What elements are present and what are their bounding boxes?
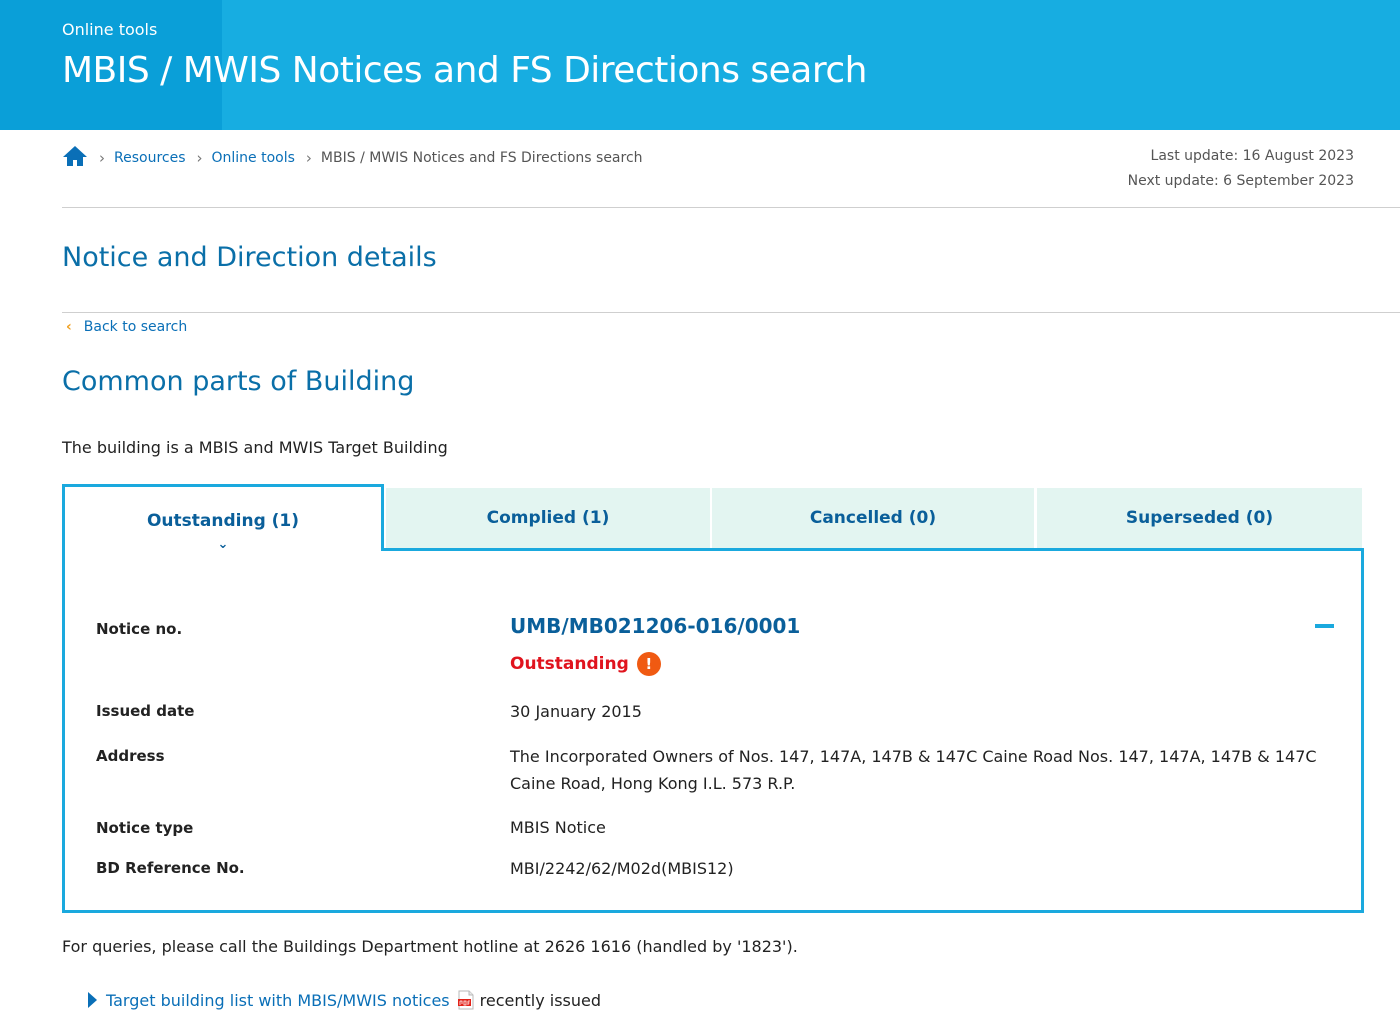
banner-kicker: Online tools bbox=[62, 20, 158, 39]
queries-note: For queries, please call the Buildings D… bbox=[62, 937, 798, 956]
bd-ref-label: BD Reference No. bbox=[96, 859, 245, 877]
notice-no-label: Notice no. bbox=[96, 620, 183, 638]
divider bbox=[62, 312, 1400, 313]
tab-label: Cancelled (0) bbox=[809, 508, 937, 528]
notice-type-label: Notice type bbox=[96, 819, 194, 837]
page-banner: Online tools MBIS / MWIS Notices and FS … bbox=[0, 0, 1400, 130]
collapse-icon[interactable] bbox=[1315, 624, 1334, 628]
target-building-list-link[interactable]: Target building list with MBIS/MWIS noti… bbox=[106, 991, 450, 1010]
notice-number: UMB/MB021206-016/0001 bbox=[510, 614, 801, 638]
status-tabs: Outstanding (1) ⌄ Complied (1) Cancelled… bbox=[62, 484, 1364, 552]
divider bbox=[62, 207, 1400, 208]
breadcrumb-current: MBIS / MWIS Notices and FS Directions se… bbox=[320, 150, 643, 166]
chevron-down-icon: ⌄ bbox=[217, 537, 229, 552]
issued-date-label: Issued date bbox=[96, 702, 195, 720]
tab-complied[interactable]: Complied (1) bbox=[386, 488, 710, 548]
update-info: Last update: 16 August 2023 Next update:… bbox=[1128, 144, 1354, 194]
target-building-list: Target building list with MBIS/MWIS noti… bbox=[88, 990, 601, 1010]
notice-type-value: MBIS Notice bbox=[510, 818, 606, 837]
chevron-left-icon: ‹ bbox=[66, 319, 72, 335]
status-text: Outstanding bbox=[510, 654, 629, 674]
section-heading: Common parts of Building bbox=[62, 366, 415, 397]
chevron-right-icon: › bbox=[99, 149, 105, 167]
next-update: Next update: 6 September 2023 bbox=[1127, 173, 1354, 189]
breadcrumb-resources[interactable]: Resources bbox=[114, 150, 186, 166]
bd-ref-value: MBI/2242/62/M02d(MBIS12) bbox=[510, 859, 734, 878]
breadcrumb-online-tools[interactable]: Online tools bbox=[212, 150, 295, 166]
home-icon bbox=[63, 146, 87, 166]
tab-cancelled[interactable]: Cancelled (0) bbox=[712, 488, 1034, 548]
pdf-icon[interactable] bbox=[457, 990, 474, 1010]
target-link-suffix: recently issued bbox=[479, 990, 602, 1010]
chevron-right-icon: › bbox=[196, 149, 203, 167]
address-value: The Incorporated Owners of Nos. 147, 147… bbox=[510, 747, 1317, 793]
address-label: Address bbox=[96, 747, 165, 765]
chevron-right-icon: › bbox=[305, 149, 312, 167]
tab-superseded[interactable]: Superseded (0) bbox=[1037, 488, 1362, 548]
target-building-note: The building is a MBIS and MWIS Target B… bbox=[62, 438, 448, 457]
tab-label: Complied (1) bbox=[486, 508, 610, 528]
triangle-right-icon bbox=[88, 992, 97, 1008]
details-heading: Notice and Direction details bbox=[62, 242, 437, 273]
tab-outstanding[interactable]: Outstanding (1) ⌄ bbox=[62, 484, 384, 552]
page-title: MBIS / MWIS Notices and FS Directions se… bbox=[62, 50, 867, 91]
status-badge: Outstanding ! bbox=[510, 652, 661, 676]
breadcrumb: › Resources › Online tools › MBIS / MWIS… bbox=[62, 146, 643, 170]
issued-date-value: 30 January 2015 bbox=[510, 702, 642, 721]
tab-label: Superseded (0) bbox=[1125, 508, 1274, 528]
alert-icon: ! bbox=[636, 652, 661, 676]
tab-label: Outstanding (1) bbox=[146, 511, 300, 531]
back-to-search-link[interactable]: ‹ Back to search bbox=[66, 319, 187, 335]
last-update: Last update: 16 August 2023 bbox=[1150, 148, 1354, 164]
home-link[interactable] bbox=[62, 145, 88, 171]
back-link-label: Back to search bbox=[83, 319, 188, 335]
